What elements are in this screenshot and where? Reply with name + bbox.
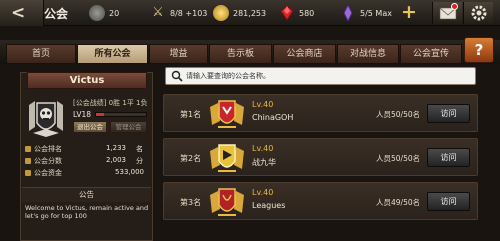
ruby-resource: 580 [279,4,314,22]
guild-level: Lv.40 [252,100,274,109]
guild-funds-label: 公会资金 [34,169,62,177]
guild-name: 战九华 [252,158,276,167]
rank-number: 第2名 [180,154,202,163]
guild-rank-label: 公会排名 [34,145,62,153]
gold-value: 281,253 [233,8,267,18]
tab-guild-promo[interactable]: 公会宣传 [400,44,462,64]
rank-number: 第1名 [180,110,202,119]
crystal-resource: 5/5 Max [340,4,392,22]
guild-funds-value: 533,000 [115,168,144,176]
tab-bar: 首页 所有公会 增益 告示板 公会商店 对战信息 公会宣传 [0,40,500,64]
visit-button[interactable]: 访问 [427,148,470,167]
help-button[interactable]: ? [464,37,494,63]
guild-emblem-icon [210,188,244,216]
visit-button[interactable]: 访问 [427,192,470,211]
guild-war-record: [公会战绩] 0胜 1平 1负 [73,99,148,107]
add-resource-button[interactable]: + [399,3,419,23]
tab-home[interactable]: 首页 [6,44,76,64]
guild-score-label: 公会分数 [34,157,62,165]
guild-emblem-icon [210,100,244,128]
food-icon [89,5,105,21]
chevron-left-icon: < [11,3,26,23]
ruby-value: 580 [299,8,315,18]
tab-bulletin[interactable]: 告示板 [209,44,272,64]
guild-name: ChinaGOH [252,113,294,122]
guild-rank-value: 1,233 [105,144,126,152]
notification-badge [451,3,458,10]
troops-resource: ⚔ 8/8 +103 [150,4,207,22]
score-stat-icon [25,158,31,164]
guild-name-banner: Victus [27,72,147,89]
rank-number: 第3名 [180,198,202,207]
guild-name: Leagues [252,201,286,210]
visit-button[interactable]: 访问 [427,104,470,123]
guild-rank-row: 第3名 Lv.40 Leagues 人员49/50名 访问 [163,182,478,220]
quit-guild-button[interactable]: 退出公会 [73,121,107,133]
top-resource-bar: < 公会 20 ⚔ 8/8 +103 281,253 580 5/5 Max + [0,0,500,26]
troops-value: 8/8 +103 [170,8,208,18]
tab-buffs[interactable]: 增益 [149,44,208,64]
back-button[interactable]: < [0,0,44,26]
notice-title: 公告 [22,187,151,202]
guild-level: LV18 [73,110,92,119]
mail-icon [439,7,457,20]
food-value: 20 [109,8,120,18]
guild-search-field[interactable] [165,67,476,85]
search-icon [171,70,183,82]
guild-level-progress [95,112,147,117]
guild-level: Lv.40 [252,144,274,153]
gold-resource: 281,253 [213,4,266,22]
tab-battle-info[interactable]: 对战信息 [337,44,399,64]
guild-crest-icon [29,101,63,137]
ruby-icon [280,5,294,21]
member-count: 人员49/50名 [376,198,421,207]
mail-button[interactable] [432,2,462,24]
crystal-value: 5/5 Max [360,8,392,18]
guild-rank-row: 第2名 Lv.40 战九华 人员50/50名 访问 [163,138,478,176]
search-input[interactable] [186,69,471,83]
page-title: 公会 [44,7,69,21]
funds-stat-icon [25,170,31,176]
guild-emblem-icon [210,144,244,172]
guild-level: Lv.40 [252,188,274,197]
guild-score-unit: 分 [136,157,143,165]
notice-text: Welcome to Victus, remain active and let… [25,204,149,220]
guild-rank-row: 第1名 Lv.40 ChinaGOH 人员50/50名 访问 [163,94,478,132]
guild-rank-unit: 名 [136,145,143,153]
member-count: 人员50/50名 [376,154,421,163]
member-count: 人员50/50名 [376,110,421,119]
guild-score-value: 2,003 [105,156,126,164]
settings-button[interactable] [463,2,493,24]
crystal-icon [343,5,353,21]
tab-guild-shop[interactable]: 公会商店 [273,44,336,64]
manage-guild-button[interactable]: 管理公会 [110,121,147,133]
troops-icon: ⚔ [152,5,164,20]
tab-all-guilds[interactable]: 所有公会 [77,44,148,64]
gold-icon [213,5,229,21]
gear-icon [471,5,487,21]
rank-stat-icon [25,146,31,152]
guild-level-progress-fill [96,113,104,116]
food-resource: 20 [89,4,119,22]
